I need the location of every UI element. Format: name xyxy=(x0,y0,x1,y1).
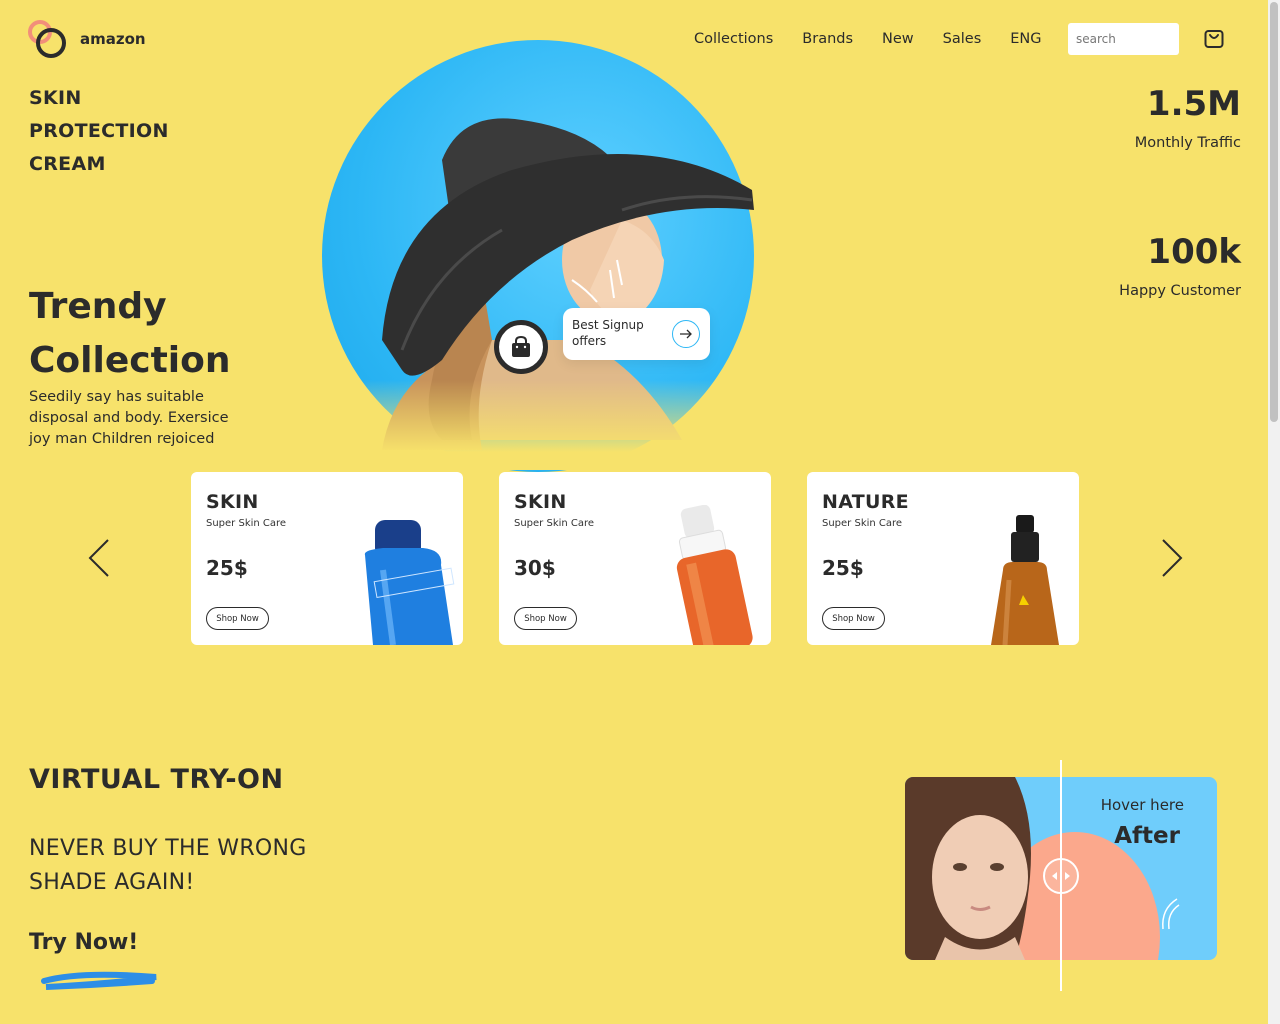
scrollbar-thumb[interactable] xyxy=(1270,2,1278,422)
compare-after-label: After xyxy=(1114,823,1180,849)
chevron-left-icon[interactable] xyxy=(87,538,111,578)
brand-logo[interactable]: amazon xyxy=(28,20,146,58)
nav-sales[interactable]: Sales xyxy=(943,28,982,50)
compare-model-image xyxy=(905,777,1031,960)
product-card[interactable]: SKIN Super Skin Care 25$ Shop Now xyxy=(191,472,463,645)
nav-new[interactable]: New xyxy=(882,28,914,50)
stat-customers-value: 100k xyxy=(1147,232,1241,272)
compare-arrows-icon[interactable] xyxy=(1043,858,1079,894)
sparkle-icon xyxy=(1162,898,1180,930)
product-name: SKIN xyxy=(514,491,567,513)
hero-fade xyxy=(300,380,780,470)
product-name: SKIN xyxy=(206,491,259,513)
product-image xyxy=(676,505,753,645)
stat-traffic-value: 1.5M xyxy=(1146,84,1241,124)
nav-brands[interactable]: Brands xyxy=(802,28,853,50)
product-card[interactable]: NATURE Super Skin Care 25$ Shop Now xyxy=(807,472,1079,645)
brush-stroke-decoration xyxy=(41,971,157,990)
tagline-line: PROTECTION xyxy=(29,120,169,142)
stat-customers-label: Happy Customer xyxy=(1119,283,1241,299)
hero-title-line: Trendy xyxy=(29,286,167,327)
cart-icon[interactable] xyxy=(1203,28,1225,50)
virtual-tryon-title: VIRTUAL TRY-ON xyxy=(29,764,284,795)
compare-hint: Hover here xyxy=(1100,796,1184,814)
hero-title: Trendy Collection xyxy=(29,280,231,388)
product-price: 25$ xyxy=(206,556,248,580)
signup-offer-card[interactable]: Best Signup offers xyxy=(563,308,710,360)
product-subtitle: Super Skin Care xyxy=(206,518,287,529)
product-price: 30$ xyxy=(514,556,556,580)
shopping-bag-button[interactable] xyxy=(494,320,548,374)
product-card[interactable]: SKIN Super Skin Care 30$ Shop Now xyxy=(499,472,771,645)
shop-now-button[interactable]: Shop Now xyxy=(822,607,885,630)
hero-title-line: Collection xyxy=(29,340,231,381)
product-subtitle: Super Skin Care xyxy=(822,518,903,529)
brand-name: amazon xyxy=(80,30,146,48)
product-name: NATURE xyxy=(822,491,909,513)
hero-description: Seedily say has suitable disposal and bo… xyxy=(29,389,229,447)
tagline-line: SKIN xyxy=(29,87,82,109)
hero-tagline: SKIN PROTECTION CREAM xyxy=(29,82,169,181)
stat-traffic-label: Monthly Traffic xyxy=(1134,135,1241,151)
signup-offer-text: Best Signup offers xyxy=(572,318,644,348)
chevron-right-icon[interactable] xyxy=(1160,538,1184,578)
tagline-line: CREAM xyxy=(29,153,106,175)
virtual-tryon-subtitle: NEVER BUY THE WRONG SHADE AGAIN! xyxy=(29,836,307,895)
page-scrollbar[interactable] xyxy=(1268,0,1280,1024)
logo-icon xyxy=(28,20,66,58)
product-price: 25$ xyxy=(822,556,864,580)
shop-now-button[interactable]: Shop Now xyxy=(206,607,269,630)
nav-language[interactable]: ENG xyxy=(1010,28,1041,50)
search-input[interactable] xyxy=(1068,23,1179,55)
product-image xyxy=(364,520,455,645)
try-now-link[interactable]: Try Now! xyxy=(29,930,138,955)
product-subtitle: Super Skin Care xyxy=(514,518,595,529)
shopping-bag-icon xyxy=(512,336,530,357)
arrow-right-icon[interactable] xyxy=(672,320,700,348)
product-image xyxy=(991,515,1059,645)
shop-now-button[interactable]: Shop Now xyxy=(514,607,577,630)
